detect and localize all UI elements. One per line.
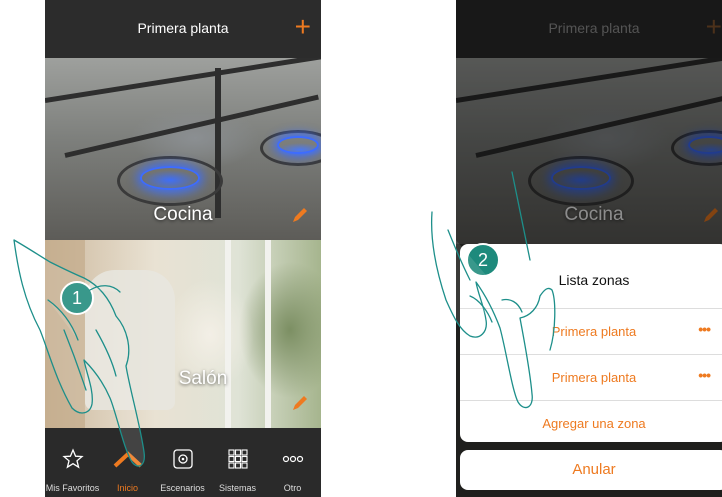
- bottom-nav: Mis Favoritos Inicio Escenarios Sistemas…: [45, 428, 321, 497]
- top-bar: Primera planta +: [45, 0, 321, 58]
- room-card-living-room[interactable]: Salón: [45, 240, 321, 428]
- pencil-icon[interactable]: [289, 392, 311, 414]
- nav-systems[interactable]: Sistemas: [210, 428, 265, 497]
- nav-home[interactable]: Inicio: [100, 428, 155, 497]
- nav-more[interactable]: Otro: [265, 428, 320, 497]
- nav-favorites[interactable]: Mis Favoritos: [45, 428, 100, 497]
- nav-label: Otro: [283, 483, 302, 493]
- room-label-living-room: Salón: [178, 368, 228, 389]
- add-zone-button[interactable]: +: [295, 10, 311, 44]
- star-icon: [61, 448, 84, 469]
- phone-screen-zones: Primera planta + Cocina Salón Mis Favori…: [45, 0, 321, 497]
- page-title: Primera planta: [137, 20, 229, 36]
- phone-screen-zone-list: Primera planta + Cocina Lista zonas Prim…: [456, 0, 722, 497]
- zone-row[interactable]: Primera planta •••: [460, 308, 722, 355]
- zone-row[interactable]: Primera planta •••: [460, 354, 722, 401]
- zone-list-sheet: Lista zonas Primera planta ••• Primera p…: [460, 244, 722, 442]
- more-options-icon[interactable]: •••: [698, 367, 711, 383]
- home-icon: [113, 451, 142, 468]
- add-zone-label: Agregar una zona: [542, 416, 646, 431]
- pencil-icon[interactable]: [289, 204, 311, 226]
- cancel-button[interactable]: Anular: [460, 450, 722, 490]
- nav-scenarios[interactable]: Escenarios: [155, 428, 210, 497]
- zone-row-label: Primera planta: [551, 370, 637, 385]
- scenarios-icon: [172, 449, 193, 469]
- sheet-title: Lista zonas: [558, 272, 630, 288]
- room-card-kitchen[interactable]: Cocina: [45, 58, 321, 240]
- step-badge: 1: [60, 281, 94, 315]
- zone-row-label: Primera planta: [551, 324, 637, 339]
- more-icon: [282, 455, 303, 463]
- step-badge: 2: [466, 243, 500, 277]
- room-label-kitchen: Cocina: [153, 204, 213, 225]
- grid-icon: [227, 449, 248, 469]
- more-options-icon[interactable]: •••: [698, 321, 711, 337]
- add-zone-row[interactable]: Agregar una zona: [460, 400, 722, 442]
